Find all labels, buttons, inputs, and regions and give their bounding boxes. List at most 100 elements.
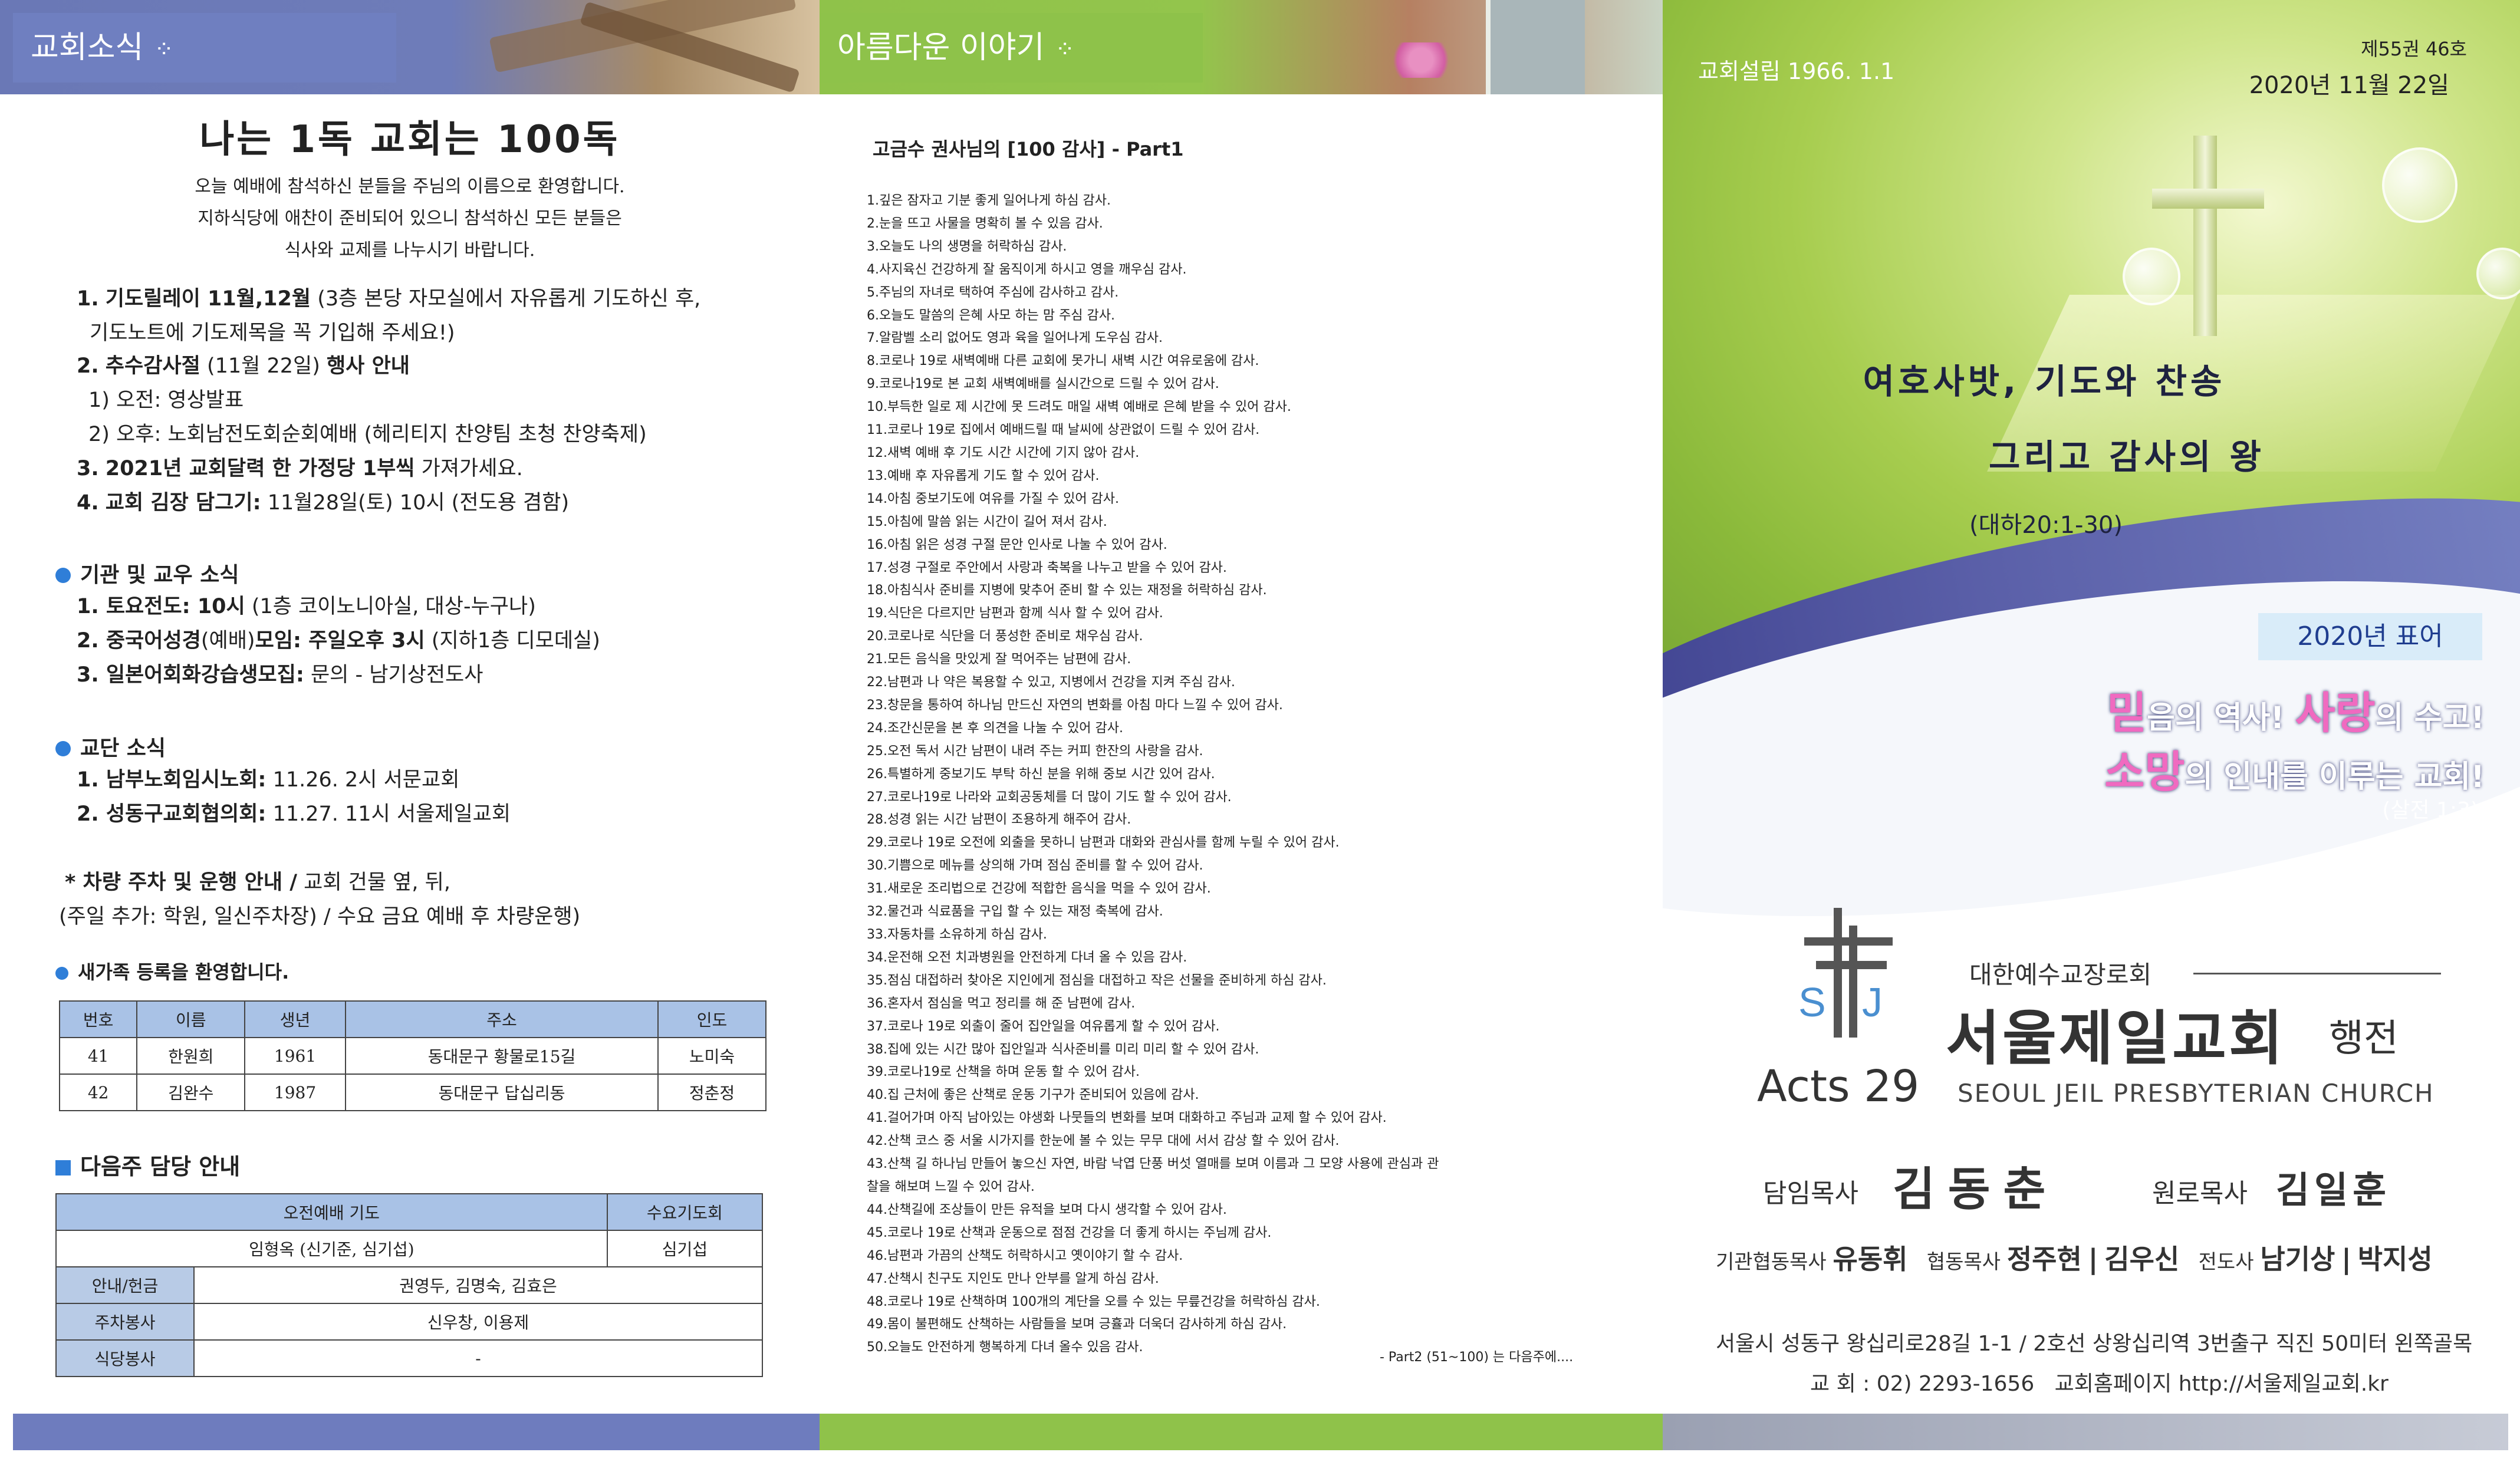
news-footer-bar xyxy=(13,1414,820,1450)
emeritus-pastor-label: 원로목사 xyxy=(2152,1178,2248,1209)
motto-line-1: 믿음의 역사! 사랑의 수고! xyxy=(2107,688,2485,739)
emeritus-pastor-name: 김일훈 xyxy=(2276,1168,2391,1211)
english-church-name: SEOUL JEIL PRESBYTERIAN CHURCH xyxy=(1958,1079,2435,1108)
table-header: 오전예배 기도 xyxy=(55,1193,608,1231)
bulletin-name: 행전 xyxy=(2329,1017,2399,1061)
table-header: 수요기도회 xyxy=(606,1193,764,1231)
thanks-line: 47.산책시 친구도 지인도 만나 안부를 알게 하심 감사. xyxy=(867,1271,1159,1286)
thanks-line: 23.창문을 통하여 하나님 만드신 자연의 변화를 아침 마다 느낄 수 있어… xyxy=(867,697,1283,713)
thanks-line: 20.코로나로 식단을 더 풍성한 준비로 채우심 감사. xyxy=(867,629,1143,644)
thanks-line: 12.새벽 예배 후 기도 시간 시간에 기지 않아 감사. xyxy=(867,445,1140,460)
thanks-line: 38.집에 있는 시간 많아 집안일과 식사준비를 미리 미리 할 수 있어 감… xyxy=(867,1042,1259,1057)
story-header: 아름다운 이야기 ⁘ xyxy=(820,0,1663,94)
table-row: 42 김완수 1987 동대문구 답십리동 정춘정 xyxy=(58,1074,766,1111)
thanks-line: 21.모든 음식을 맛있게 잘 먹어주는 남편에 감사. xyxy=(867,652,1131,667)
volume-number: 제55권 46호 xyxy=(2361,38,2467,60)
circle-bullet-icon xyxy=(55,741,71,756)
thanks-line: 4.사지육신 건강하게 잘 움직이게 하시고 영을 깨우심 감사. xyxy=(867,262,1187,277)
denomination: 대한예수교장로회 xyxy=(1969,960,2152,989)
dots-icon: ⁘ xyxy=(1055,36,1076,63)
thanks-line: 37.코로나 19로 외출이 줄어 집안일을 여유롭게 할 수 있어 감사. xyxy=(867,1019,1220,1034)
cross-icon xyxy=(2193,136,2217,336)
flower-box-image xyxy=(1386,42,1456,78)
bubble-icon xyxy=(2123,248,2180,305)
thanks-line: 30.기쁨으로 메뉴를 상의해 가며 점심 준비를 할 수 있어 감사. xyxy=(867,858,1203,874)
thanks-line: 18.아침식사 준비를 지병에 맞추어 준비 할 수 있는 재정을 허락하심 감… xyxy=(867,583,1267,598)
thanks-line: 3.오늘도 나의 생명을 허락하심 감사. xyxy=(867,239,1067,254)
church-name: 서울제일교회 xyxy=(1946,1004,2285,1073)
divider xyxy=(2193,973,2441,974)
bulletin-date: 2020년 11월 22일 xyxy=(2249,72,2449,99)
acts-29: Acts 29 xyxy=(1757,1061,1920,1112)
news-item: 4. 교회 김장 담그기: 11월28일(토) 10시 (전도용 겸함) xyxy=(77,491,570,515)
story-tab: 아름다운 이야기 ⁘ xyxy=(820,13,1203,83)
story-tab-label: 아름다운 이야기 xyxy=(837,30,1045,65)
thanks-line: 48.코로나 19로 산책하며 100개의 계단을 오를 수 있는 무릎건강을 … xyxy=(867,1294,1320,1309)
thanks-line: 34.운전해 오전 치과병원을 안전하게 다녀 올 수 있음 감사. xyxy=(867,950,1187,965)
thanks-line: 26.특별하게 중보기도 부탁 하신 분을 위해 중보 시간 있어 감사. xyxy=(867,766,1215,782)
table-header: 이름 xyxy=(136,1000,246,1038)
church-logo-icon: S J xyxy=(1792,908,1910,1038)
senior-pastor-label: 담임목사 xyxy=(1763,1178,1858,1209)
staff-list: 기관협동목사 유동휘 협동목사 정주현 | 김우신 전도사 남기상 | 박지성 xyxy=(1716,1243,2433,1275)
church-address: 서울시 성동구 왕십리로28길 1-1 / 2호선 상왕십리역 3번출구 직진 … xyxy=(1716,1332,2473,1356)
senior-pastor-name: 김동춘 xyxy=(1893,1163,2059,1216)
sermon-theme-1: 여호사밧, 기도와 찬송 xyxy=(1863,361,2226,401)
established-date: 교회설립 1966. 1.1 xyxy=(1698,58,1895,84)
motto-tag: 2020년 표어 xyxy=(2258,613,2482,660)
story-footer-bar xyxy=(820,1414,1663,1450)
thanks-line: 42.산책 코스 중 서울 시가지를 한눈에 볼 수 있는 무무 대에 서서 감… xyxy=(867,1134,1340,1149)
news-item: 2) 오후: 노회남전도회순회예배 (헤리티지 찬양팀 초청 찬양축제) xyxy=(88,423,647,446)
dots-icon: ⁘ xyxy=(154,36,175,63)
thanks-line: 1.깊은 잠자고 기분 좋게 일어나게 하심 감사. xyxy=(867,193,1111,208)
org-news-item: 1. 토요전도: 10시 (1층 코이노니아실, 대상-누구나) xyxy=(77,595,536,618)
thanks-line: 10.부득한 일로 제 시간에 못 드려도 매일 새벽 예배로 은혜 받을 수 … xyxy=(867,400,1291,415)
sermon-verse: (대하20:1-30) xyxy=(1969,512,2123,539)
table-row: 안내/헌금 권영두, 김명숙, 김효은 xyxy=(55,1266,763,1304)
thanks-line: 41.걸어가며 아직 남아있는 야생화 나뭇들의 변화를 보며 대화하고 주님과… xyxy=(867,1111,1387,1126)
thanks-line: 33.자동차를 소유하게 하심 감사. xyxy=(867,927,1047,942)
cover-footer-bar xyxy=(1663,1414,2508,1450)
thanks-line: 25.오전 독서 시간 남편이 내려 주는 커피 한잔의 사랑을 감사. xyxy=(867,743,1203,759)
circle-bullet-icon xyxy=(55,967,68,980)
parking-notice: * 차량 주차 및 운행 안내 / 교회 건물 옆, 뒤, xyxy=(65,871,450,894)
welcome-line: 식사와 교제를 나누시기 바랍니다. xyxy=(284,240,535,261)
org-news-item: 3. 일본어회화강습생모집: 문의 - 남기상전도사 xyxy=(77,663,483,687)
thanks-line: 44.산책길에 조상들이 만든 유적을 보며 다시 생각할 수 있어 감사. xyxy=(867,1202,1227,1217)
thanks-line: 9.코로나19로 본 교회 새벽예배를 실시간으로 드릴 수 있어 감사. xyxy=(867,377,1219,392)
section-heading: 기관 및 교우 소식 xyxy=(55,558,239,588)
thanks-line: 40.집 근처에 좋은 산책로 운동 기구가 준비되어 있음에 감사. xyxy=(867,1088,1199,1103)
table-row: 주차봉사 신우창, 이용제 xyxy=(55,1303,763,1341)
cross-bar xyxy=(2152,189,2264,209)
thanks-list: 1.깊은 잠자고 기분 좋게 일어나게 하심 감사. 2.눈을 뜨고 사물을 명확… xyxy=(867,190,1645,1359)
thanks-line: 45.코로나 19로 산책과 운동으로 점점 건강을 더 좋게 하시는 주님께 … xyxy=(867,1225,1272,1240)
new-family-table: 번호 이름 생년 주소 인도 41 한원희 1961 동대문구 황물로15길 노미숙 4… xyxy=(58,1000,766,1111)
news-panel: 교회소식 ⁘ 나는 1독 교회는 100독 오늘 예배에 참석하신 분들을 주님의… xyxy=(0,0,820,1462)
thanks-line: 28.성경 읽는 시간 남편이 조용하게 해주어 감사. xyxy=(867,812,1131,828)
thanks-line: 31.새로운 조리법으로 건강에 적합한 음식을 먹을 수 있어 감사. xyxy=(867,881,1211,897)
door-image xyxy=(1486,0,1585,94)
square-bullet-icon xyxy=(55,1160,71,1175)
news-item: 1. 기도릴레이 11월,12월 (3층 본당 자모실에서 자유롭게 기도하신 … xyxy=(77,287,701,311)
welcome-line: 오늘 예배에 참석하신 분들을 주님의 이름으로 환영합니다. xyxy=(195,176,625,197)
bubble-icon xyxy=(2382,147,2458,223)
thanks-line: 8.코로나 19로 새벽예배 다른 교회에 못가니 새벽 시간 여유로움에 감사… xyxy=(867,354,1259,369)
contact-info: 교 회 : 02) 2293-1656 교회홈페이지 http://서울제일교회… xyxy=(1810,1372,2389,1396)
thanks-line: 49.몸이 불편해도 산책하는 사람들을 보며 긍휼과 더욱더 감사하게 하심 … xyxy=(867,1317,1287,1332)
parking-notice-2: (주일 추가: 학원, 일신주차장) / 수요 금요 예배 후 차량운행) xyxy=(59,905,581,928)
thanks-line: 22.남편과 나 약은 복용할 수 있고, 지병에서 건강을 지켜 주심 감사. xyxy=(867,675,1235,690)
table-header: 생년 xyxy=(244,1000,346,1038)
circle-bullet-icon xyxy=(55,568,71,583)
new-family-heading: 새가족 등록을 환영합니다. xyxy=(55,957,289,984)
news-title: 나는 1독 교회는 100독 xyxy=(199,118,620,162)
thanks-line: 15.아침에 말씀 읽는 시간이 길어 져서 감사. xyxy=(867,514,1107,529)
continued-note: - Part2 (51~100) 는 다음주에.... xyxy=(1380,1350,1574,1365)
news-tab: 교회소식 ⁘ xyxy=(13,13,396,83)
logo-letter-s: S xyxy=(1798,979,1826,1025)
thanks-line: 찰을 해보며 느낄 수 있어 감사. xyxy=(867,1179,1035,1194)
story-panel: 아름다운 이야기 ⁘ 고금수 권사님의 [100 감사] - Part1 1.깊은… xyxy=(820,0,1663,1462)
thanks-line: 29.코로나 19로 오전에 외출을 못하니 남편과 대화와 관심사를 함께 누… xyxy=(867,835,1340,851)
news-header: 교회소식 ⁘ xyxy=(0,0,820,94)
welcome-line: 지하식당에 애찬이 준비되어 있으니 참석하신 모든 분들은 xyxy=(198,208,622,229)
thanks-line: 27.코로나19로 나라와 교회공동체를 더 많이 기도 할 수 있어 감사. xyxy=(867,789,1232,805)
